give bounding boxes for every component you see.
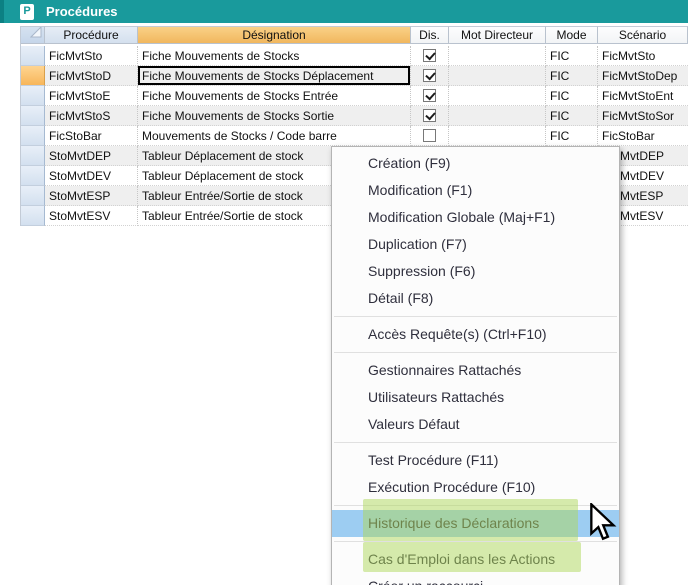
row-selector[interactable]: [21, 86, 45, 106]
row-selector[interactable]: [21, 66, 45, 86]
column-header-label: Dis.: [419, 28, 440, 42]
column-header-label: Scénario: [619, 28, 666, 42]
dis-checkbox-checked[interactable]: [423, 89, 436, 102]
menu-item-execution-procedure-f10[interactable]: Exécution Procédure (F10): [332, 474, 619, 501]
menu-item-detail-f8[interactable]: Détail (F8): [332, 285, 619, 312]
column-header-label: Mot Directeur: [461, 28, 533, 42]
column-header-label: Désignation: [242, 28, 305, 42]
mouse-cursor-icon: [589, 503, 617, 548]
cell-mode[interactable]: FIC: [546, 106, 598, 126]
window-titlebar: P Procédures: [0, 0, 688, 23]
row-selector[interactable]: [21, 46, 45, 66]
cell-procedure[interactable]: StoMvtDEV: [45, 166, 138, 186]
cell-scenario[interactable]: FicStoBar: [598, 126, 688, 146]
cell-designation[interactable]: Fiche Mouvements de Stocks Entrée: [138, 86, 411, 106]
menu-item-modification-globale-maj-f1[interactable]: Modification Globale (Maj+F1): [332, 204, 619, 231]
column-header-label: Mode: [556, 28, 586, 42]
column-header-mode[interactable]: Mode: [546, 26, 598, 44]
cell-mode[interactable]: FIC: [546, 66, 598, 86]
cell-mode[interactable]: FIC: [546, 86, 598, 106]
menu-item-test-procedure-f11[interactable]: Test Procédure (F11): [332, 447, 619, 474]
cell-mode[interactable]: FIC: [546, 46, 598, 66]
menu-item-creation-f9[interactable]: Création (F9): [332, 150, 619, 177]
row-selector[interactable]: [21, 206, 45, 226]
cell-mot-directeur[interactable]: [449, 66, 546, 86]
cell-dis[interactable]: [411, 106, 449, 126]
cell-procedure[interactable]: FicStoBar: [45, 126, 138, 146]
menu-item-utilisateurs-rattaches[interactable]: Utilisateurs Rattachés: [332, 384, 619, 411]
cell-procedure[interactable]: FicMvtStoD: [45, 66, 138, 86]
cell-procedure[interactable]: StoMvtESV: [45, 206, 138, 226]
cell-mot-directeur[interactable]: [449, 86, 546, 106]
cell-dis[interactable]: [411, 66, 449, 86]
cell-mot-directeur[interactable]: [449, 126, 546, 146]
menu-item-modification-f1[interactable]: Modification (F1): [332, 177, 619, 204]
menu-separator: [334, 442, 617, 443]
column-header-designation[interactable]: Désignation: [138, 26, 411, 44]
cell-mode[interactable]: FIC: [546, 126, 598, 146]
row-selector[interactable]: [21, 186, 45, 206]
menu-item-duplication-f7[interactable]: Duplication (F7): [332, 231, 619, 258]
menu-item-suppression-f6[interactable]: Suppression (F6): [332, 258, 619, 285]
cell-scenario[interactable]: FicMvtStoEnt: [598, 86, 688, 106]
menu-item-gestionnaires-rattaches[interactable]: Gestionnaires Rattachés: [332, 357, 619, 384]
cell-designation[interactable]: Fiche Mouvements de Stocks: [138, 46, 411, 66]
cell-designation[interactable]: Fiche Mouvements de Stocks Sortie: [138, 106, 411, 126]
cell-designation[interactable]: Mouvements de Stocks / Code barre: [138, 126, 411, 146]
cell-procedure[interactable]: FicMvtStoE: [45, 86, 138, 106]
dis-checkbox-checked[interactable]: [423, 109, 436, 122]
row-selector[interactable]: [21, 166, 45, 186]
cell-scenario[interactable]: FicMvtStoSor: [598, 106, 688, 126]
menu-item-acces-requete-s-ctrl-f10[interactable]: Accès Requête(s) (Ctrl+F10): [332, 321, 619, 348]
cell-dis[interactable]: [411, 86, 449, 106]
row-selector[interactable]: [21, 106, 45, 126]
menu-separator: [334, 352, 617, 353]
select-all-triangle-icon: [30, 26, 42, 41]
menu-item-valeurs-defaut[interactable]: Valeurs Défaut: [332, 411, 619, 438]
column-header-procedure[interactable]: Procédure: [45, 26, 138, 44]
dis-checkbox-checked[interactable]: [423, 49, 436, 62]
cell-scenario[interactable]: FicMvtSto: [598, 46, 688, 66]
column-header-selector[interactable]: [21, 26, 45, 44]
column-header-label: Procédure: [63, 28, 118, 42]
dis-checkbox-checked[interactable]: [423, 69, 436, 82]
column-header-scenario[interactable]: Scénario: [598, 26, 688, 44]
window-title: Procédures: [46, 4, 118, 19]
menu-item-creer-un-raccourci[interactable]: Créer un raccourci: [332, 573, 619, 585]
cell-mot-directeur[interactable]: [449, 106, 546, 126]
dis-checkbox-unchecked[interactable]: [423, 129, 436, 142]
menu-separator: [334, 316, 617, 317]
procedures-window: P Procédures Procédure Désignation Dis. Mot…: [0, 0, 688, 585]
cell-procedure[interactable]: FicMvtStoS: [45, 106, 138, 126]
annotation-highlight-historique-declarations: [363, 499, 578, 541]
cell-mot-directeur[interactable]: [449, 46, 546, 66]
annotation-highlight-cas-demploi: [363, 542, 581, 572]
procedure-document-icon: P: [20, 4, 34, 20]
cell-procedure[interactable]: StoMvtDEP: [45, 146, 138, 166]
cell-dis[interactable]: [411, 126, 449, 146]
cell-procedure[interactable]: StoMvtESP: [45, 186, 138, 206]
column-header-mot[interactable]: Mot Directeur: [449, 26, 546, 44]
column-header-dis[interactable]: Dis.: [411, 26, 449, 44]
cell-designation-current[interactable]: Fiche Mouvements de Stocks Déplacement: [138, 66, 411, 86]
cell-dis[interactable]: [411, 46, 449, 66]
cell-scenario[interactable]: FicMvtStoDep: [598, 66, 688, 86]
cell-procedure[interactable]: FicMvtSto: [45, 46, 138, 66]
row-selector[interactable]: [21, 126, 45, 146]
row-selector[interactable]: [21, 146, 45, 166]
